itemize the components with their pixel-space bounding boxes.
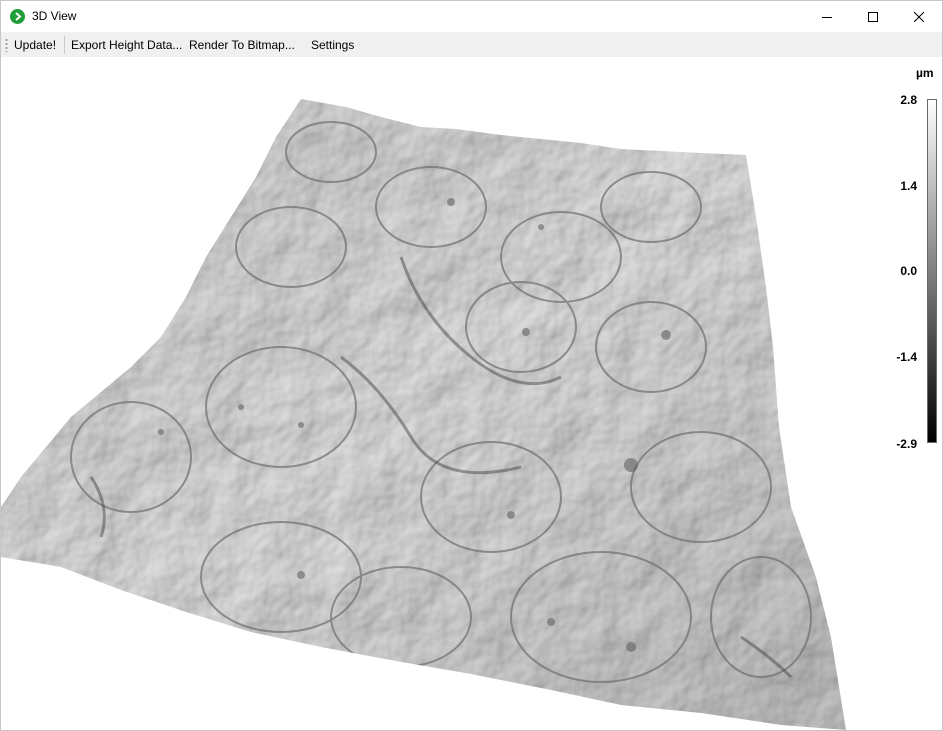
toolbar-grip-handle[interactable] (5, 38, 8, 52)
minimize-button[interactable] (804, 1, 850, 32)
height-map-surface[interactable] (1, 57, 901, 730)
title-bar[interactable]: 3D View (1, 1, 942, 32)
scale-tick-label: -2.9 (896, 437, 917, 451)
export-height-data-button[interactable]: Export Height Data... (71, 38, 182, 52)
render-to-bitmap-button[interactable]: Render To Bitmap... (189, 38, 295, 52)
close-button[interactable] (896, 1, 942, 32)
height-color-scale (927, 99, 937, 443)
scale-tick-label: 1.4 (900, 179, 917, 193)
window-3d-view: 3D View Update! Export Height Data... Re… (0, 0, 943, 731)
update-button[interactable]: Update! (14, 38, 56, 52)
settings-button[interactable]: Settings (311, 38, 354, 52)
maximize-icon (868, 11, 878, 22)
scale-tick-label: 2.8 (900, 93, 917, 107)
app-play-icon (10, 9, 25, 24)
window-title: 3D View (32, 9, 77, 23)
toolbar-separator (64, 36, 65, 54)
minimize-icon (822, 16, 832, 18)
maximize-button[interactable] (850, 1, 896, 32)
scale-unit-label: µm (916, 66, 934, 80)
scale-tick-label: -1.4 (896, 350, 917, 364)
close-icon (914, 11, 924, 22)
3d-viewport[interactable]: µm 2.8 1.4 0.0 -1.4 -2.9 (1, 57, 942, 730)
toolbar: Update! Export Height Data... Render To … (1, 32, 942, 57)
scale-tick-label: 0.0 (900, 264, 917, 278)
